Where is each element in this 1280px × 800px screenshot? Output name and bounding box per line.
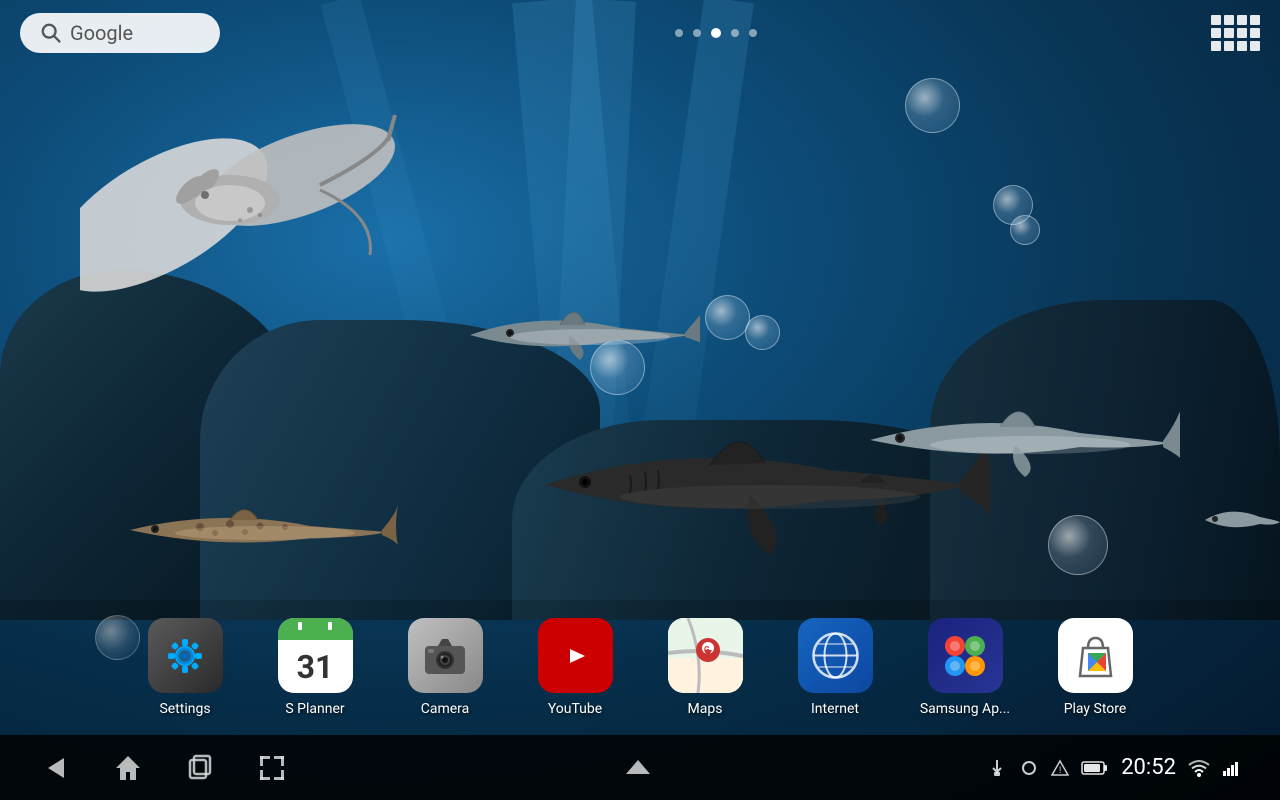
grid-dot	[1250, 41, 1260, 51]
youtube-icon	[550, 631, 600, 681]
settings-icon-wrapper	[148, 618, 223, 693]
usb-icon	[987, 758, 1007, 778]
maps-icon: G	[668, 618, 743, 693]
svg-text:!: !	[1059, 766, 1061, 776]
all-apps-button[interactable]	[1211, 15, 1260, 51]
search-icon	[40, 22, 62, 44]
grid-dot	[1250, 15, 1260, 25]
grid-dot	[1224, 41, 1234, 51]
splanner-day: 31	[278, 640, 353, 693]
shark-far-right	[1200, 490, 1280, 550]
grid-dot	[1237, 28, 1247, 38]
app-icon-internet[interactable]: Internet	[780, 618, 890, 717]
app-label-samsung: Samsung Ap...	[920, 701, 1010, 717]
app-label-youtube: YouTube	[548, 701, 602, 717]
top-bar: Google	[0, 0, 1280, 65]
home-button[interactable]	[112, 752, 144, 784]
grid-dot	[1211, 15, 1221, 25]
app-label-internet: Internet	[811, 701, 859, 717]
camera-icon	[420, 631, 470, 681]
app-icon-splanner[interactable]: 31 S Planner	[260, 618, 370, 717]
app-label-playstore: Play Store	[1064, 701, 1127, 717]
back-button[interactable]	[40, 752, 72, 784]
page-dot-5[interactable]	[749, 29, 757, 37]
time-display: 20:52	[1121, 755, 1176, 780]
settings-icon	[160, 631, 210, 681]
manta-ray	[80, 55, 400, 335]
maps-icon-wrapper: G	[668, 618, 743, 693]
app-icon-youtube[interactable]: YouTube	[520, 618, 630, 717]
internet-icon-wrapper	[798, 618, 873, 693]
grid-dot	[1237, 41, 1247, 51]
sync-icon	[1019, 758, 1039, 778]
recents-icon	[184, 752, 216, 784]
shark-gray	[460, 290, 700, 380]
nav-center	[622, 752, 654, 784]
grid-dot	[1211, 41, 1221, 51]
home-icon	[112, 752, 144, 784]
search-text: Google	[70, 21, 133, 45]
app-icon-maps[interactable]: G Maps	[650, 618, 760, 717]
camera-icon-wrapper	[408, 618, 483, 693]
shark-leopard	[120, 490, 400, 570]
bubble	[705, 295, 750, 340]
grid-dot	[1224, 15, 1234, 25]
internet-icon	[808, 628, 863, 683]
svg-text:G: G	[704, 645, 710, 654]
recents-button[interactable]	[184, 752, 216, 784]
page-dots	[675, 28, 757, 38]
screenshot-icon	[256, 752, 288, 784]
bubble	[1010, 215, 1040, 245]
search-bar[interactable]: Google	[20, 13, 220, 53]
shark-right	[860, 385, 1180, 495]
bubble	[1048, 515, 1108, 575]
app-icon-settings[interactable]: Settings	[130, 618, 240, 717]
app-label-camera: Camera	[421, 701, 470, 717]
grid-dot	[1237, 15, 1247, 25]
page-dot-4[interactable]	[731, 29, 739, 37]
playstore-icon	[1068, 628, 1123, 683]
splanner-header	[278, 618, 353, 640]
wifi-icon	[1188, 759, 1210, 777]
splanner-icon-wrapper: 31	[278, 618, 353, 693]
grid-dot	[1211, 28, 1221, 38]
samsung-icon-wrapper	[928, 618, 1003, 693]
signal-icon	[1222, 759, 1240, 777]
grid-dot	[1224, 28, 1234, 38]
samsung-icon	[935, 626, 995, 686]
up-button[interactable]	[622, 752, 654, 784]
nav-bar: ! 20:52	[0, 735, 1280, 800]
app-label-settings: Settings	[159, 701, 210, 717]
up-icon	[622, 752, 654, 784]
page-dot-2[interactable]	[693, 29, 701, 37]
app-icon-playstore[interactable]: Play Store	[1040, 618, 1150, 717]
app-dock: Settings 31 S Planner	[0, 600, 1280, 735]
nav-left-group	[40, 752, 288, 784]
app-label-splanner: S Planner	[285, 701, 344, 717]
grid-dot	[1250, 28, 1260, 38]
status-group: ! 20:52	[987, 755, 1240, 780]
screenshot-button[interactable]	[256, 752, 288, 784]
warning-icon: !	[1051, 759, 1069, 777]
page-dot-1[interactable]	[675, 29, 683, 37]
app-icon-camera[interactable]: Camera	[390, 618, 500, 717]
bubble	[905, 78, 960, 133]
back-icon	[40, 752, 72, 784]
app-label-maps: Maps	[688, 701, 723, 717]
playstore-icon-wrapper	[1058, 618, 1133, 693]
youtube-icon-wrapper	[538, 618, 613, 693]
page-dot-3[interactable]	[711, 28, 721, 38]
bubble	[745, 315, 780, 350]
app-icon-samsung[interactable]: Samsung Ap...	[910, 618, 1020, 717]
battery-icon	[1081, 759, 1109, 777]
